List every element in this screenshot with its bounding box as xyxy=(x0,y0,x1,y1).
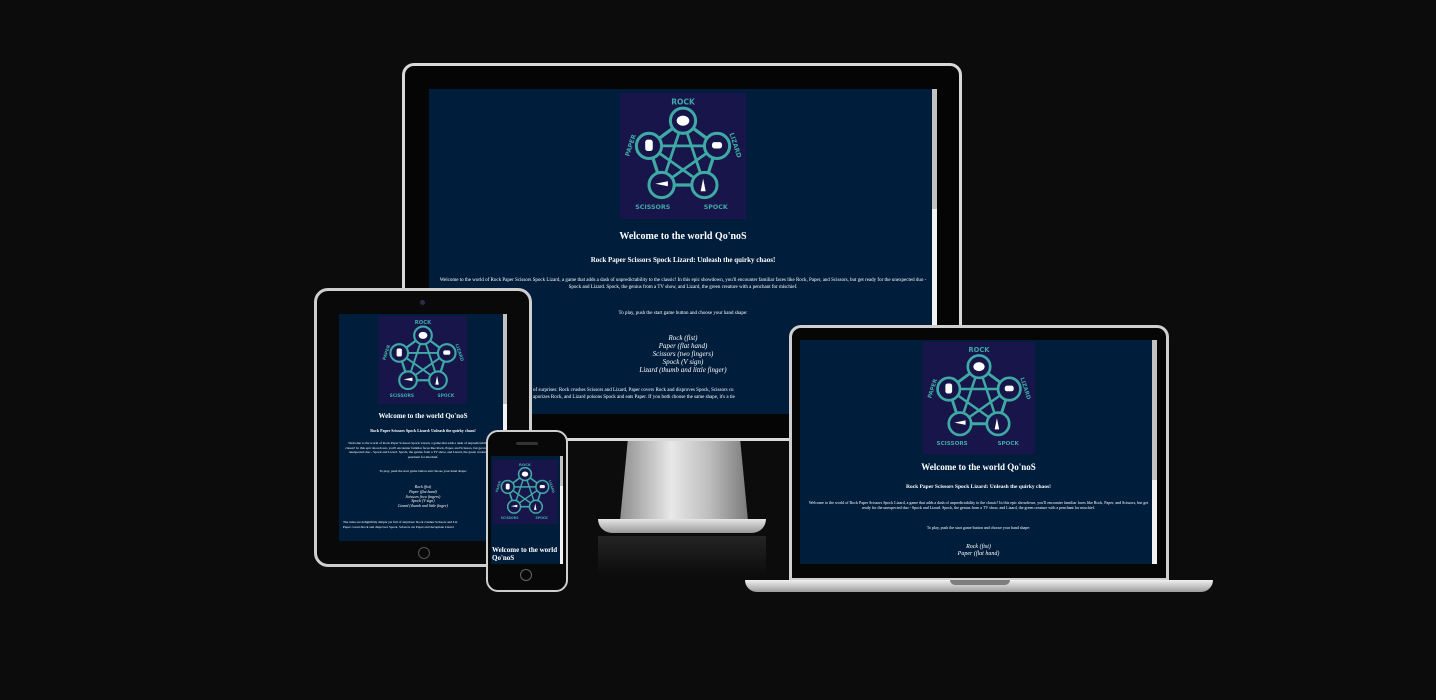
monitor-stand xyxy=(620,441,748,521)
list-item: Rock (fist) xyxy=(966,543,991,550)
phone-speaker xyxy=(516,442,538,445)
page-title-line-2: Qo'noS xyxy=(492,554,515,562)
list-item: Paper (flat hand) xyxy=(957,550,1000,557)
page-title: Welcome to the world Qo'noS xyxy=(619,231,747,242)
page-title: Welcome to the world xyxy=(492,546,558,554)
page-subtitle: Rock Paper Scissors Spock Lizard: Unleas… xyxy=(590,256,776,264)
phone-screen: Welcome to the world Qo'noS xyxy=(491,456,563,564)
game-logo xyxy=(493,460,557,524)
hand-shape-list: Rock (fist) Paper (flat hand) Scissors (… xyxy=(339,485,507,508)
page-subtitle: Rock Paper Scissors Spock Lizard: Unleas… xyxy=(905,484,1052,490)
monitor-stand-base xyxy=(598,519,766,533)
instruction-text: To play, push the start game button and … xyxy=(926,524,1031,530)
game-logo xyxy=(922,342,1035,454)
intro-text: Welcome to the world of Rock Paper Sciss… xyxy=(808,500,1149,511)
page-subtitle: Rock Paper Scissors Spock Lizard: Unleas… xyxy=(370,428,476,433)
instruction-text: To play, push the start game button and … xyxy=(379,469,467,474)
monitor-reflection xyxy=(598,536,766,576)
rules-text-line-2: Paper covers Rock and disproves Spock, S… xyxy=(343,525,454,530)
page-title: Welcome to the world Qo'noS xyxy=(378,412,468,420)
tablet-home-button xyxy=(418,547,430,559)
game-logo xyxy=(620,93,746,219)
rules-text-line-1: The rules are delightfully simple yet fu… xyxy=(343,520,458,525)
game-logo xyxy=(379,316,467,404)
phone-scrollbar[interactable] xyxy=(560,456,563,564)
laptop-screen: Welcome to the world Qo'noS Rock Paper S… xyxy=(800,340,1157,564)
page-title: Welcome to the world Qo'noS xyxy=(921,462,1036,472)
tablet-screen: Welcome to the world Qo'noS Rock Paper S… xyxy=(339,314,507,541)
intro-text: Welcome to the world of Rock Paper Sciss… xyxy=(345,441,501,459)
tablet-camera xyxy=(420,300,425,305)
phone-home-button xyxy=(520,569,532,581)
laptop-scrollbar[interactable] xyxy=(1152,340,1157,564)
hand-shape-list: Rock (fist) Paper (flat hand) xyxy=(800,544,1157,558)
list-item: Lizard (thumb and little finger) xyxy=(398,502,448,508)
laptop-notch xyxy=(950,580,1010,585)
